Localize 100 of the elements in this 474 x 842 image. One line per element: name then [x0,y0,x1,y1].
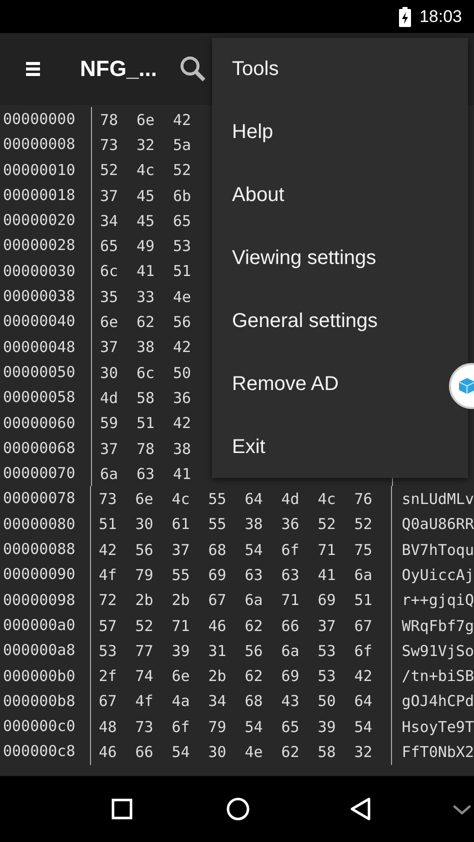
hex-byte: 45 [136,186,156,205]
hex-byte: 48 [98,718,118,736]
hex-byte: 57 [98,616,118,635]
hex-byte: 35 [100,288,120,306]
hex-byte: 53 [173,237,192,256]
menu-item[interactable]: General settings [212,290,442,353]
ascii-cell-text: Sw91VjSo [400,642,474,660]
ascii-cell-text: r++gjqiQ [400,591,474,610]
hex-byte: 79 [208,718,228,736]
offset-cell: 00000048 [0,334,92,360]
status-time: 18:03 [419,6,462,26]
hex-byte: 62 [136,313,156,332]
menu-item[interactable]: Help [212,101,442,164]
hex-byte: 42 [173,414,192,432]
hex-byte: 54 [354,718,374,736]
offset-cell: 00000000 [0,107,92,132]
hex-byte: 46 [208,616,228,635]
hex-byte: 55 [172,566,191,584]
hex-byte: 36 [281,515,300,534]
search-icon[interactable] [179,55,208,83]
offset-cell: 00000090 [0,562,91,588]
hex-byte: 30 [208,743,228,762]
hex-byte: 69 [281,667,300,686]
hex-byte: 71 [172,616,191,635]
hex-byte: 63 [136,464,156,483]
hex-byte: 32 [136,136,156,154]
hex-byte: 4c [172,490,191,508]
hex-byte: 4c [136,161,156,180]
hex-byte: 68 [244,692,264,710]
offset-cell: 000000b0 [0,664,91,689]
hex-byte: 51 [173,262,192,280]
offset-cell: 00000098 [0,588,91,613]
offset-cell: 00000080 [0,512,91,538]
hex-byte: 79 [135,566,154,584]
hex-byte: 39 [172,642,191,660]
hex-byte: 42 [354,667,374,686]
hex-byte: 54 [172,743,191,762]
offset-cell: 000000c8 [0,739,91,765]
hex-byte: 56 [244,642,264,660]
hex-byte: 6a [100,464,120,483]
ascii-cell-text: /tn+biSB [400,667,474,686]
hex-byte: 67 [354,616,374,635]
hex-byte: 2b [208,667,228,686]
hex-byte: 71 [318,540,337,559]
hex-byte: 6a [244,591,264,610]
hex-byte: 2b [172,591,191,610]
offset-cell: 000000c0 [0,714,91,740]
hex-byte: 6f [172,718,191,736]
home-icon[interactable] [226,797,250,821]
hex-byte: 46 [98,743,118,762]
hex-byte: 52 [173,161,192,180]
hex-byte: 61 [172,515,191,534]
menu-item[interactable]: Viewing settings [212,227,442,290]
offset-cell: 00000008 [0,132,92,158]
hex-byte: 37 [318,616,337,635]
hex-byte: 41 [318,566,337,584]
hex-byte: 66 [281,616,300,635]
hex-byte: 72 [98,591,118,610]
menu-item[interactable]: Remove AD [212,353,442,416]
ascii-cell-text: FfT0NbX2 [400,743,474,762]
offset-cell: 00000030 [0,258,92,284]
offset-cell: 000000b8 [0,688,91,714]
hex-byte: 52 [354,515,374,534]
hex-byte: 53 [318,667,337,686]
recents-icon[interactable] [110,797,134,821]
ascii-cell-text: HsoyTe9T [400,718,474,736]
hex-byte: 56 [173,313,192,332]
ascii-cell-text: BV7hToqu [400,540,474,559]
menu-item[interactable]: About [212,164,442,227]
hex-byte: 31 [208,642,228,660]
offset-cell: 00000050 [0,360,92,386]
hex-byte: 63 [281,566,300,584]
hex-byte: 2f [98,667,118,686]
ascii-cell-text: snLUdMLv [400,490,474,508]
offset-cell: 00000040 [0,309,92,335]
menu-item[interactable]: Exit [212,416,442,479]
hex-byte: 63 [244,566,264,584]
menu-item[interactable]: Tools [212,38,442,101]
hex-byte: 4e [173,288,192,306]
hex-byte: 4c [318,490,337,508]
hex-byte: 42 [98,540,118,559]
cube-icon [457,376,474,396]
offset-cell: 000000a0 [0,612,91,638]
back-icon[interactable] [349,797,373,821]
chevron-down-icon[interactable] [451,802,473,816]
hex-byte: 4d [100,388,120,407]
offset-cell: 00000020 [0,208,92,234]
hex-byte: 69 [208,566,228,584]
hex-byte: 6e [136,110,156,129]
hex-byte: 52 [135,616,154,635]
hex-byte: 30 [100,364,120,382]
battery-charging-icon [399,6,412,26]
hex-byte: 74 [135,667,154,686]
hex-byte: 50 [318,692,337,710]
hex-byte: 43 [281,692,300,710]
hex-byte: 38 [244,515,264,534]
hex-byte: 50 [173,364,192,382]
hex-byte: 62 [281,743,300,762]
offset-cell: 00000060 [0,410,92,436]
menu-icon[interactable] [26,61,40,77]
